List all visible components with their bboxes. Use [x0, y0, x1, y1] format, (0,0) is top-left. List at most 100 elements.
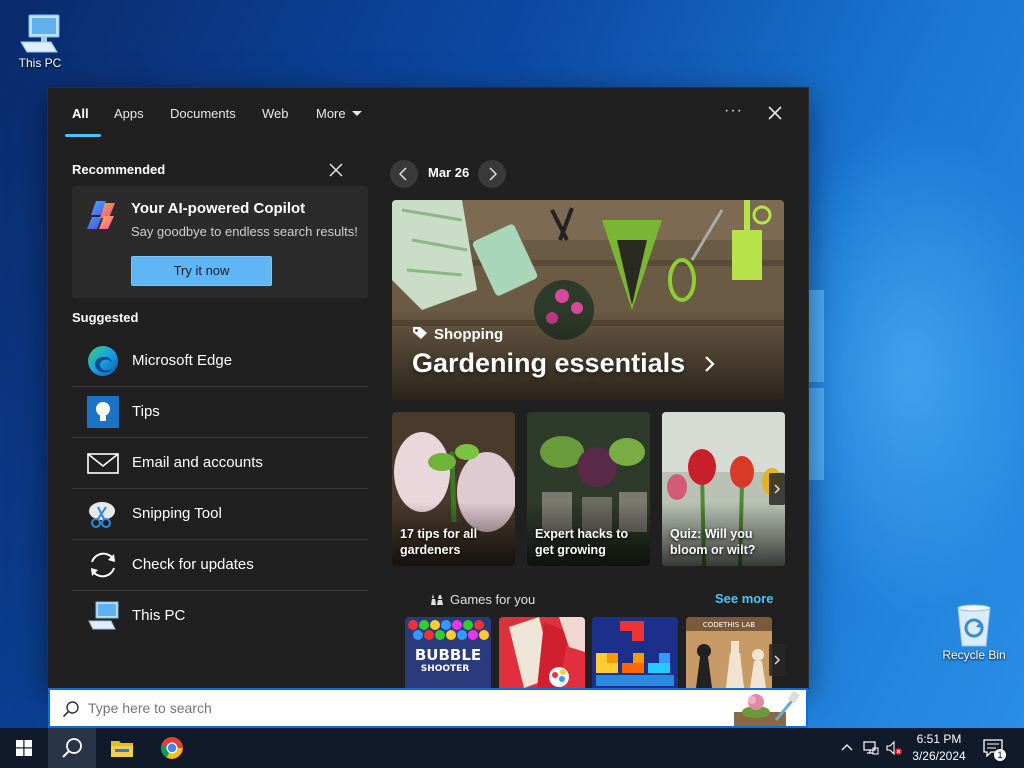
feed-next-button[interactable]	[478, 160, 506, 188]
game-bubble-shooter[interactable]: BUBBLE SHOOTER	[405, 617, 491, 688]
mail-icon	[87, 453, 119, 474]
tab-documents[interactable]: Documents	[170, 106, 236, 121]
taskbar-clock[interactable]: 6:51 PM 3/26/2024	[910, 731, 968, 765]
suggested-item-label: Microsoft Edge	[132, 352, 233, 369]
desktop-icon-label: Recycle Bin	[942, 648, 1006, 662]
chevron-up-icon[interactable]	[839, 740, 855, 756]
feed-date: Mar 26	[428, 165, 470, 180]
game-thumbnail	[499, 617, 585, 688]
start-button[interactable]	[0, 728, 48, 768]
suggested-item-tips[interactable]: Tips	[72, 387, 368, 438]
clock-time: 6:51 PM	[916, 732, 962, 746]
copilot-icon	[87, 201, 115, 229]
games-heading-label: Games for you	[450, 592, 536, 607]
suggested-item-label: Email and accounts	[132, 454, 263, 471]
tile-caption: Expert hacks to get growing	[535, 527, 629, 557]
computer-icon	[88, 601, 119, 630]
wallpaper-logo	[808, 290, 824, 480]
chess-pieces-icon	[431, 594, 443, 605]
see-more-link[interactable]: See more	[715, 591, 774, 606]
try-it-now-button[interactable]: Try it now	[131, 256, 272, 286]
chrome-icon	[161, 737, 183, 759]
game-brand-label: CODETHIS LAB	[703, 621, 755, 629]
hero-category-label: Shopping	[434, 326, 504, 343]
tab-more-label: More	[316, 106, 346, 121]
chevron-left-icon	[398, 167, 407, 181]
more-options-button[interactable]: ···	[724, 102, 743, 120]
game-title-line2: SHOOTER	[421, 664, 470, 674]
copilot-promo-card[interactable]: Your AI-powered Copilot Say goodbye to e…	[72, 186, 368, 298]
active-tab-indicator	[65, 134, 101, 137]
taskbar-search-button[interactable]	[48, 728, 96, 768]
search-icon	[62, 701, 79, 718]
update-icon	[91, 552, 115, 578]
suggested-item-email[interactable]: Email and accounts	[72, 438, 368, 489]
feed-tile-gardening-tips[interactable]: 17 tips for all gardeners	[392, 412, 515, 566]
tile-caption: 17 tips for all gardeners	[400, 527, 478, 557]
suggested-item-label: Check for updates	[132, 556, 254, 573]
search-input[interactable]	[88, 700, 688, 716]
game-thumbnail	[592, 617, 678, 688]
dismiss-recommended-icon[interactable]	[328, 162, 344, 178]
tab-web[interactable]: Web	[262, 106, 289, 121]
games-heading: Games for you	[428, 591, 535, 607]
game-tower-builder[interactable]	[499, 617, 585, 688]
computer-icon	[2, 8, 78, 56]
tag-icon	[413, 327, 427, 339]
feed-tile-quiz[interactable]: Quiz: Will you bloom or wilt?	[662, 412, 785, 566]
suggested-item-snipping-tool[interactable]: Snipping Tool	[72, 489, 368, 540]
desktop-icon-label: This PC	[18, 56, 62, 70]
hero-title-text: Gardening essentials	[412, 348, 686, 378]
suggested-heading: Suggested	[72, 310, 139, 325]
search-panel: All Apps Documents Web More ··· Recommen…	[48, 88, 808, 688]
edge-icon	[88, 346, 118, 376]
search-icon	[62, 738, 82, 758]
notification-count-badge: 1	[994, 749, 1006, 761]
game-thumbnail: CODETHIS LAB	[686, 617, 772, 688]
suggested-list: Microsoft Edge Tips Email and accounts S…	[72, 336, 368, 642]
suggested-item-label: Tips	[132, 403, 160, 420]
volume-muted-icon[interactable]	[886, 740, 902, 756]
search-box[interactable]	[48, 688, 808, 728]
network-icon[interactable]	[863, 740, 879, 756]
clock-date: 3/26/2024	[912, 749, 966, 763]
taskbar-file-explorer[interactable]	[98, 728, 146, 768]
hero-category: Shopping	[412, 326, 503, 343]
tab-more[interactable]: More	[316, 106, 362, 121]
suggested-item-label: Snipping Tool	[132, 505, 222, 522]
search-tabs: All Apps Documents Web More ···	[48, 88, 808, 138]
suggested-item-edge[interactable]: Microsoft Edge	[72, 336, 368, 387]
game-block-puzzle[interactable]	[592, 617, 678, 688]
hero-title: Gardening essentials	[412, 348, 717, 379]
chevron-right-icon	[704, 356, 715, 372]
chevron-right-icon	[489, 167, 498, 181]
taskbar-chrome[interactable]	[148, 728, 196, 768]
chevron-right-icon	[774, 655, 781, 665]
feed-prev-button[interactable]	[390, 160, 418, 188]
suggested-item-label: This PC	[132, 607, 186, 624]
search-highlight-illustration	[734, 690, 801, 726]
taskbar: 6:51 PM 3/26/2024 1	[0, 728, 1024, 768]
chevron-down-icon	[351, 111, 362, 116]
tiles-next-button[interactable]	[769, 473, 785, 505]
chevron-right-icon	[774, 484, 781, 494]
suggested-item-check-updates[interactable]: Check for updates	[72, 540, 368, 591]
suggested-item-this-pc[interactable]: This PC	[72, 591, 368, 642]
folder-icon	[111, 741, 133, 757]
games-next-button[interactable]	[769, 644, 785, 676]
tab-apps[interactable]: Apps	[114, 106, 144, 121]
snipping-tool-icon	[89, 502, 115, 528]
close-icon[interactable]	[766, 104, 784, 122]
hero-card-gardening[interactable]: Shopping Gardening essentials	[392, 200, 784, 400]
copilot-card-title: Your AI-powered Copilot	[131, 200, 306, 217]
tile-caption: Quiz: Will you bloom or wilt?	[670, 527, 756, 557]
desktop-icon-this-pc[interactable]: This PC	[2, 8, 78, 70]
game-chess[interactable]: CODETHIS LAB	[686, 617, 772, 688]
desktop-icon-recycle-bin[interactable]: Recycle Bin	[936, 600, 1012, 662]
windows-logo-icon	[16, 740, 32, 756]
feed-tile-expert-hacks[interactable]: Expert hacks to get growing	[527, 412, 650, 566]
game-title-line1: BUBBLE	[415, 646, 481, 664]
tab-all[interactable]: All	[72, 106, 89, 121]
recommended-heading: Recommended	[72, 162, 166, 177]
copilot-card-subtitle: Say goodbye to endless search results!	[131, 224, 358, 239]
